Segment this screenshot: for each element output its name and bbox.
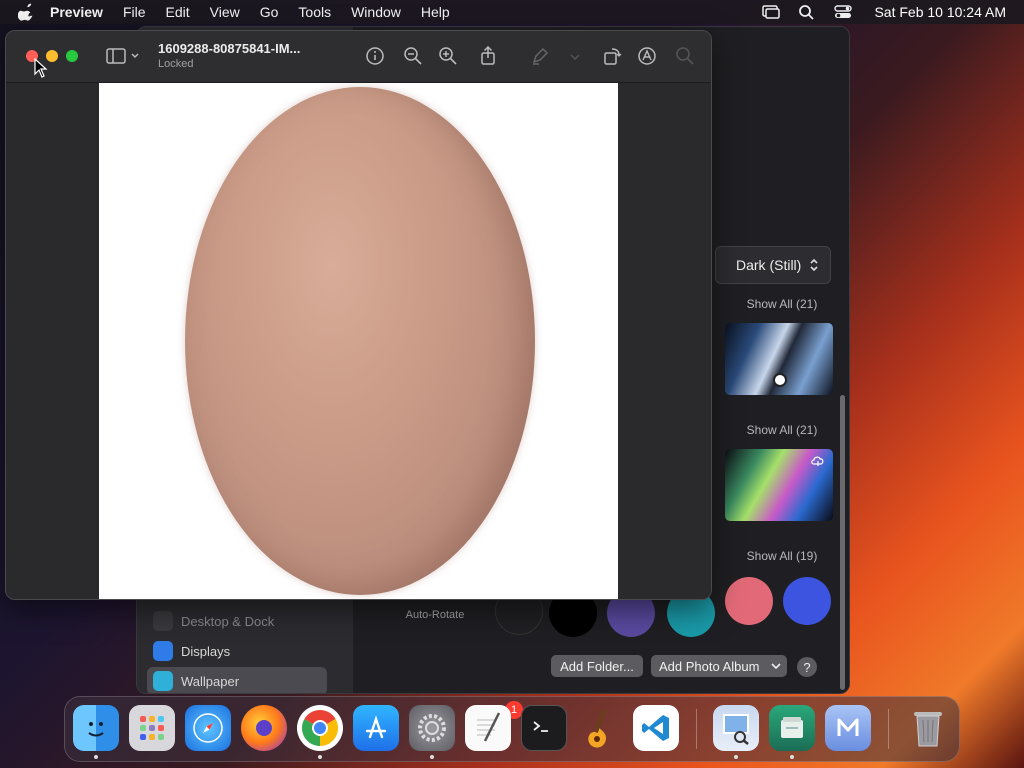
menu-go[interactable]: Go xyxy=(260,4,279,20)
preview-running-dot xyxy=(734,755,738,759)
system-settings-running-dot xyxy=(430,755,434,759)
screen-mirroring-icon[interactable] xyxy=(762,4,781,20)
up-down-chevron-icon xyxy=(810,258,818,272)
color-swatch-blue[interactable] xyxy=(783,577,831,625)
vscode-icon[interactable] xyxy=(633,705,679,751)
preview-icon[interactable] xyxy=(713,705,759,751)
mouse-cursor-icon xyxy=(34,58,48,78)
help-button[interactable]: ? xyxy=(797,657,817,677)
dock-separator xyxy=(696,709,697,749)
finder-running-dot xyxy=(94,755,98,759)
highlight-chevron-icon[interactable] xyxy=(568,46,582,66)
menu-file[interactable]: File xyxy=(123,4,146,20)
sidebar-item-label: Displays xyxy=(181,643,231,659)
color-swatch-pink[interactable] xyxy=(725,577,773,625)
highlight-pen-icon[interactable] xyxy=(530,46,550,66)
menu-extras: Sat Feb 10 10:24 AM xyxy=(744,0,1006,24)
dock: 1 xyxy=(64,696,960,762)
preview-titlebar[interactable]: 1609288-80875841-IM... Locked xyxy=(6,31,711,83)
sidebar-item-label: Wallpaper xyxy=(181,673,240,689)
menu-clock[interactable]: Sat Feb 10 10:24 AM xyxy=(874,4,1006,20)
document-title: 1609288-80875841-IM... xyxy=(158,41,301,56)
preview-window: 1609288-80875841-IM... Locked xyxy=(5,30,712,600)
archive-icon[interactable] xyxy=(769,705,815,751)
show-all-link-1[interactable]: Show All (21) xyxy=(727,297,837,311)
safari-icon[interactable] xyxy=(185,705,231,751)
auto-rotate-label[interactable]: Auto-Rotate xyxy=(385,609,485,621)
spotlight-search-icon[interactable] xyxy=(798,4,816,20)
settings-scrollbar[interactable] xyxy=(840,395,845,690)
wallpaper-icon xyxy=(153,671,173,691)
system-settings-icon[interactable] xyxy=(409,705,455,751)
cloud-download-icon xyxy=(811,456,824,466)
menu-view[interactable]: View xyxy=(210,4,240,20)
sidebar-item-label: Desktop & Dock xyxy=(181,613,275,629)
control-center-icon[interactable] xyxy=(834,4,853,20)
app-store-icon[interactable] xyxy=(353,705,399,751)
egg-image xyxy=(185,87,535,595)
info-icon[interactable] xyxy=(365,46,385,66)
menu-window[interactable]: Window xyxy=(351,4,401,20)
menu-bar: Preview File Edit View Go Tools Window H… xyxy=(0,0,1024,24)
terminal-icon[interactable] xyxy=(521,705,567,751)
markup-icon[interactable] xyxy=(637,46,657,66)
textedit-icon[interactable] xyxy=(465,705,511,751)
archive-running-dot xyxy=(790,755,794,759)
dock-separator-2 xyxy=(888,709,889,749)
chrome-running-dot xyxy=(318,755,322,759)
trash-icon[interactable] xyxy=(905,705,951,751)
sidebar-item-desktop-dock[interactable]: Desktop & Dock xyxy=(147,607,327,635)
m-app-icon[interactable] xyxy=(825,705,871,751)
apple-icon[interactable] xyxy=(18,3,36,21)
menu-preview[interactable]: Preview xyxy=(50,4,103,20)
firefox-icon[interactable] xyxy=(241,705,287,751)
show-all-link-2[interactable]: Show All (21) xyxy=(727,423,837,437)
add-folder-button[interactable]: Add Folder... xyxy=(551,655,643,677)
displays-icon xyxy=(153,641,173,661)
sidebar-item-displays[interactable]: Displays xyxy=(147,637,327,665)
garageband-icon[interactable] xyxy=(577,705,623,751)
wallpaper-thumbnail-2[interactable] xyxy=(725,449,833,521)
image-page[interactable] xyxy=(99,83,618,599)
show-all-link-3[interactable]: Show All (19) xyxy=(727,549,837,563)
menu-edit[interactable]: Edit xyxy=(166,4,190,20)
document-status[interactable]: Locked xyxy=(158,58,193,70)
chrome-icon[interactable] xyxy=(297,705,343,751)
menu-help[interactable]: Help xyxy=(421,4,450,20)
add-photo-album-button[interactable]: Add Photo Album xyxy=(651,655,787,677)
search-icon[interactable] xyxy=(675,46,695,66)
dynamic-wallpaper-icon xyxy=(773,373,787,387)
maximize-window-button[interactable] xyxy=(66,50,78,62)
add-photo-album-label: Add Photo Album xyxy=(659,658,760,674)
finder-icon[interactable] xyxy=(73,705,119,751)
zoom-in-icon[interactable] xyxy=(438,46,458,66)
chevron-down-icon xyxy=(771,663,781,670)
menu-tools[interactable]: Tools xyxy=(298,4,331,20)
sidebar-toggle-icon[interactable] xyxy=(106,46,140,66)
wallpaper-style-select[interactable]: Dark (Still) xyxy=(715,246,831,284)
wallpaper-thumbnail-1[interactable] xyxy=(725,323,833,395)
sidebar-item-wallpaper[interactable]: Wallpaper xyxy=(147,667,327,693)
zoom-out-icon[interactable] xyxy=(403,46,423,66)
dock-icon xyxy=(153,611,173,631)
rotate-icon[interactable] xyxy=(602,46,622,66)
share-icon[interactable] xyxy=(478,46,498,66)
wallpaper-style-value: Dark (Still) xyxy=(736,257,802,273)
document-canvas[interactable] xyxy=(6,83,711,599)
launchpad-icon[interactable] xyxy=(129,705,175,751)
